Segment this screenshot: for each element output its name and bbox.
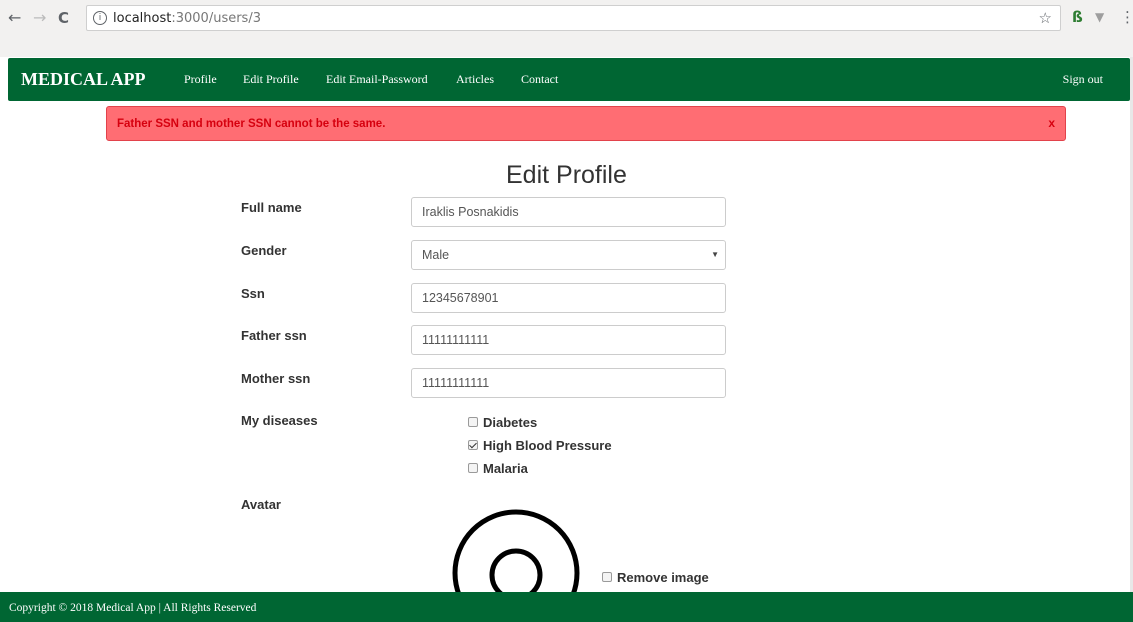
gender-select[interactable]: Male ▼ <box>411 240 726 270</box>
url-host: localhost <box>113 11 172 26</box>
avatar-label: Avatar <box>241 497 281 512</box>
address-bar[interactable]: i localhost:3000/users/3 ☆ <box>86 5 1061 31</box>
ssn-label: Ssn <box>241 286 265 301</box>
high-blood-pressure-checkbox[interactable] <box>468 440 478 450</box>
chevron-down-icon: ▼ <box>711 250 719 259</box>
remove-image-option[interactable]: Remove image <box>602 570 709 585</box>
father-ssn-input[interactable]: 11111111111 <box>411 325 726 355</box>
browser-chrome: ← → C i localhost:3000/users/3 ☆ ß ▼ ⋮ <box>0 0 1133 57</box>
nav-edit-profile[interactable]: Edit Profile <box>243 72 299 86</box>
remove-image-label: Remove image <box>617 570 709 585</box>
malaria-checkbox[interactable] <box>468 463 478 473</box>
nav-edit-email-password[interactable]: Edit Email-Password <box>326 72 428 86</box>
extension-icon[interactable]: ß <box>1072 8 1083 26</box>
gender-label: Gender <box>241 243 287 258</box>
url-path: :3000/users/3 <box>171 11 261 26</box>
alert-message: Father SSN and mother SSN cannot be the … <box>117 118 386 130</box>
bookmark-star-icon[interactable]: ☆ <box>1039 9 1052 27</box>
extension-filter-icon[interactable]: ▼ <box>1095 8 1104 26</box>
my-diseases-label: My diseases <box>241 413 318 428</box>
high-blood-pressure-label: High Blood Pressure <box>483 438 612 453</box>
mother-ssn-label: Mother ssn <box>241 371 311 386</box>
footer-copyright: Copyright © 2018 Medical App | All Right… <box>9 602 257 614</box>
navbar: MEDICAL APP Profile Edit Profile Edit Em… <box>8 58 1130 101</box>
malaria-label: Malaria <box>483 461 528 476</box>
disease-option-high-blood-pressure[interactable]: High Blood Pressure <box>468 438 612 453</box>
diabetes-checkbox[interactable] <box>468 417 478 427</box>
nav-articles[interactable]: Articles <box>456 72 494 86</box>
reload-icon[interactable]: C <box>58 9 69 27</box>
mother-ssn-input[interactable]: 11111111111 <box>411 368 726 398</box>
diabetes-label: Diabetes <box>483 415 538 430</box>
disease-option-diabetes[interactable]: Diabetes <box>468 415 537 430</box>
full-name-input[interactable]: Iraklis Posnakidis <box>411 197 726 227</box>
browser-menu-icon[interactable]: ⋮ <box>1120 8 1133 26</box>
page-title: Edit Profile <box>506 161 627 189</box>
forward-icon[interactable]: → <box>33 9 46 27</box>
error-alert: Father SSN and mother SSN cannot be the … <box>106 106 1066 141</box>
footer: Copyright © 2018 Medical App | All Right… <box>0 592 1133 622</box>
back-icon[interactable]: ← <box>8 9 21 27</box>
brand-logo[interactable]: MEDICAL APP <box>21 69 146 89</box>
father-ssn-label: Father ssn <box>241 328 307 343</box>
info-icon[interactable]: i <box>93 11 107 25</box>
full-name-label: Full name <box>241 200 302 215</box>
nav-contact[interactable]: Contact <box>521 72 558 86</box>
url-text[interactable]: localhost:3000/users/3 <box>113 11 261 26</box>
avatar-placeholder-icon <box>452 509 580 598</box>
gender-selected-value: Male <box>422 248 450 262</box>
disease-option-malaria[interactable]: Malaria <box>468 461 528 476</box>
ssn-input[interactable]: 12345678901 <box>411 283 726 313</box>
remove-image-checkbox[interactable] <box>602 572 612 582</box>
nav-profile[interactable]: Profile <box>184 72 217 86</box>
sign-out-link[interactable]: Sign out <box>1063 72 1103 86</box>
alert-close-button[interactable]: x <box>1048 116 1055 130</box>
